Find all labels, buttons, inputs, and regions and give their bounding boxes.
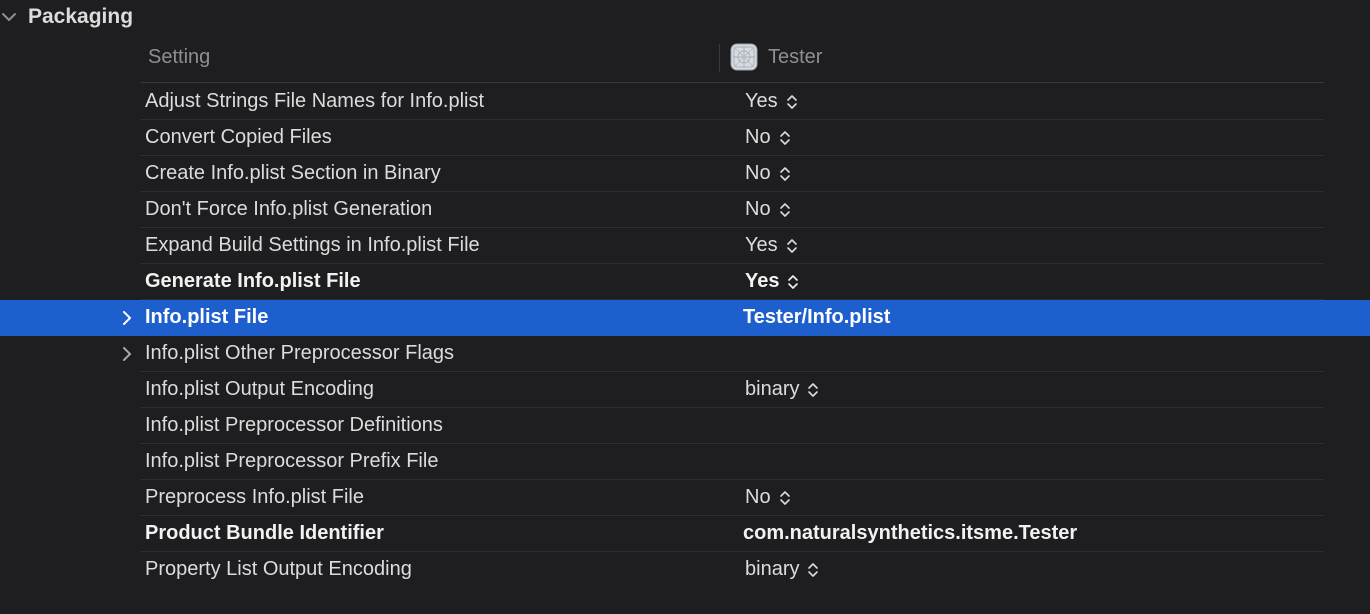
setting-row[interactable]: Adjust Strings File Names for Info.plist… xyxy=(0,84,1370,120)
setting-row[interactable]: Create Info.plist Section in Binary No xyxy=(0,156,1370,192)
target-column-label[interactable]: Tester xyxy=(768,46,822,69)
setting-name: Expand Build Settings in Info.plist File xyxy=(145,234,480,256)
setting-name: Info.plist File xyxy=(145,306,269,328)
setting-row[interactable]: Info.plist Other Preprocessor Flags xyxy=(0,336,1370,372)
setting-value-text: Yes xyxy=(745,234,778,256)
setting-name: Preprocess Info.plist File xyxy=(145,486,364,508)
settings-list: Adjust Strings File Names for Info.plist… xyxy=(0,84,1370,588)
setting-value[interactable]: Yes xyxy=(745,90,798,113)
setting-value[interactable]: binary xyxy=(745,558,819,581)
setting-row-selected[interactable]: Info.plist File Tester/Info.plist xyxy=(0,300,1370,336)
setting-value-text: No xyxy=(745,486,771,508)
popup-stepper-icon xyxy=(779,166,790,181)
setting-name: Info.plist Output Encoding xyxy=(145,378,375,400)
setting-value[interactable]: Yes xyxy=(745,234,798,257)
setting-value[interactable]: No xyxy=(745,162,791,185)
setting-value-text: No xyxy=(745,126,771,148)
popup-stepper-icon xyxy=(788,274,799,289)
setting-value-text: binary xyxy=(745,378,800,400)
setting-row[interactable]: Info.plist Preprocessor Prefix File xyxy=(0,444,1370,480)
setting-value[interactable]: com.naturalsynthetics.itsme.Tester xyxy=(743,522,1078,545)
disclosure-chevron-icon[interactable] xyxy=(118,345,136,363)
section-header[interactable]: Packaging xyxy=(0,0,1370,36)
popup-stepper-icon xyxy=(779,130,790,145)
setting-row[interactable]: Info.plist Preprocessor Definitions xyxy=(0,408,1370,444)
popup-stepper-icon xyxy=(808,382,819,397)
setting-name: Info.plist Preprocessor Definitions xyxy=(145,414,443,436)
setting-value[interactable]: No xyxy=(745,126,791,149)
popup-stepper-icon xyxy=(779,490,790,505)
setting-row[interactable]: Property List Output Encoding binary xyxy=(0,552,1370,588)
setting-name: Generate Info.plist File xyxy=(145,270,361,292)
popup-stepper-icon xyxy=(786,94,797,109)
target-app-icon xyxy=(730,43,758,71)
setting-value-text: binary xyxy=(745,558,800,580)
disclosure-chevron-icon[interactable] xyxy=(118,309,136,327)
setting-row[interactable]: Product Bundle Identifier com.naturalsyn… xyxy=(0,516,1370,552)
chevron-down-icon[interactable] xyxy=(0,8,18,26)
setting-name: Convert Copied Files xyxy=(145,126,332,148)
build-settings-panel: Packaging Setting Tester Adjust Strings … xyxy=(0,0,1370,614)
setting-value-text: No xyxy=(745,162,771,184)
setting-value-text: Yes xyxy=(745,270,780,292)
column-header: Setting Tester xyxy=(141,40,1324,83)
column-divider[interactable] xyxy=(719,44,720,72)
setting-value-text: No xyxy=(745,198,771,220)
popup-stepper-icon xyxy=(808,562,819,577)
setting-column-label: Setting xyxy=(148,46,211,68)
setting-row[interactable]: Generate Info.plist File Yes xyxy=(0,264,1370,300)
setting-name: Info.plist Preprocessor Prefix File xyxy=(145,450,439,472)
setting-row[interactable]: Expand Build Settings in Info.plist File… xyxy=(0,228,1370,264)
setting-value[interactable]: Tester/Info.plist xyxy=(743,306,891,329)
setting-name: Info.plist Other Preprocessor Flags xyxy=(145,342,455,364)
popup-stepper-icon xyxy=(786,238,797,253)
setting-name: Don't Force Info.plist Generation xyxy=(145,198,433,220)
setting-row[interactable]: Don't Force Info.plist Generation No xyxy=(0,192,1370,228)
setting-value-text: Tester/Info.plist xyxy=(743,306,891,328)
setting-name: Product Bundle Identifier xyxy=(145,522,384,544)
setting-row[interactable]: Info.plist Output Encoding binary xyxy=(0,372,1370,408)
setting-name: Property List Output Encoding xyxy=(145,558,412,580)
setting-value-text: Yes xyxy=(745,90,778,112)
setting-row[interactable]: Convert Copied Files No xyxy=(0,120,1370,156)
setting-value-text: com.naturalsynthetics.itsme.Tester xyxy=(743,522,1078,544)
setting-value[interactable]: No xyxy=(745,486,791,509)
setting-name: Create Info.plist Section in Binary xyxy=(145,162,441,184)
setting-value[interactable]: No xyxy=(745,198,791,221)
setting-value[interactable]: Yes xyxy=(745,270,799,293)
setting-name: Adjust Strings File Names for Info.plist xyxy=(145,90,485,112)
popup-stepper-icon xyxy=(779,202,790,217)
setting-row[interactable]: Preprocess Info.plist File No xyxy=(0,480,1370,516)
section-title: Packaging xyxy=(28,5,134,28)
setting-value[interactable]: binary xyxy=(745,378,819,401)
